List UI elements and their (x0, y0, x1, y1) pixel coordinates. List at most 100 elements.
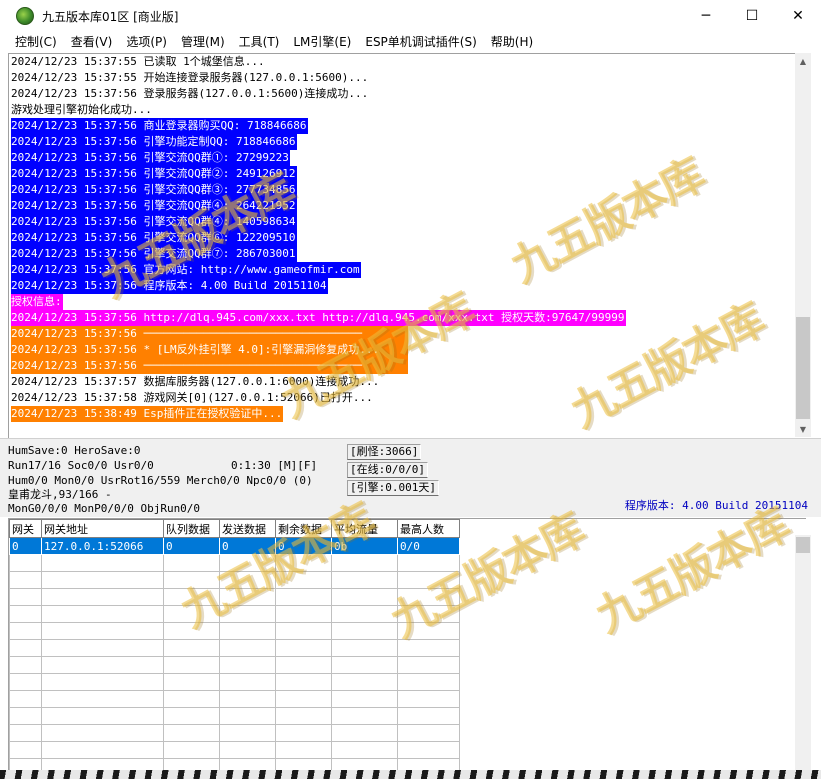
table-cell: 0b (331, 537, 398, 555)
log-line: 2024/12/23 15:37:56 引擎交流QQ群④: 264221952 (11, 198, 801, 214)
log-panel[interactable]: 2024/12/23 15:37:55 已读取 1个城堡信息... 2024/12… (8, 53, 806, 438)
table-cell: 0 (275, 537, 332, 555)
table-cell-empty (397, 588, 460, 606)
col-remaining-data[interactable]: 剩余数据 (275, 519, 332, 538)
table-cell-empty (9, 707, 42, 725)
table-cell: 0/0 (397, 537, 460, 555)
scroll-down-icon[interactable]: ▼ (795, 421, 811, 437)
table-row-empty (9, 622, 460, 640)
menu-esp-plugin[interactable]: ESP单机调试插件(S) (358, 32, 483, 52)
log-line: 授权信息: (11, 294, 801, 310)
scroll-up-icon[interactable]: ▲ (795, 53, 811, 69)
table-cell-empty (41, 605, 164, 623)
log-scroll-thumb[interactable] (796, 317, 810, 419)
table-cell-empty (9, 571, 42, 589)
log-line: 2024/12/23 15:37:56 商业登录器购买QQ: 718846686 (11, 118, 801, 134)
col-gateway[interactable]: 网关 (9, 519, 42, 538)
status-monsters: MonG0/0/0 MonP0/0/0 ObjRun0/0 (8, 502, 201, 515)
col-max-users[interactable]: 最高人数 (397, 519, 460, 538)
menu-lm-engine[interactable]: LM引擎(E) (286, 32, 358, 52)
title-bar: 九五版本库01区 [商业版] ─ ☐ ✕ (0, 0, 821, 32)
col-send-data[interactable]: 发送数据 (219, 519, 276, 538)
log-line: 2024/12/23 15:38:49 Esp插件正在授权验证中... (11, 406, 801, 422)
menu-help[interactable]: 帮助(H) (484, 32, 540, 52)
log-line-text: 2024/12/23 15:37:56 ────────────────────… (11, 358, 408, 374)
status-uptime: 0:1:30 [M][F] (231, 459, 318, 472)
log-line: 2024/12/23 15:37:56 引擎交流QQ群⑥: 122209510 (11, 230, 801, 246)
table-cell-empty (397, 724, 460, 742)
log-line: 2024/12/23 15:37:56 登录服务器(127.0.0.1:5600… (11, 86, 801, 102)
table-cell-empty (275, 605, 332, 623)
log-line: 2024/12/23 15:37:57 数据库服务器(127.0.0.1:600… (11, 374, 801, 390)
table-cell-empty (397, 690, 460, 708)
table-cell-empty (397, 622, 460, 640)
minimize-button[interactable]: ─ (683, 0, 729, 32)
log-line: 2024/12/23 15:37:56 引擎交流QQ群④: 140598634 (11, 214, 801, 230)
log-line: 2024/12/23 15:37:56 程序版本: 4.00 Build 201… (11, 278, 801, 294)
menu-options[interactable]: 选项(P) (119, 32, 174, 52)
table-cell-empty (163, 724, 220, 742)
log-scrollbar[interactable]: ▲ ▼ (795, 53, 811, 437)
menu-control[interactable]: 控制(C) (8, 32, 64, 52)
table-cell-empty (397, 639, 460, 657)
table-cell-empty (41, 554, 164, 572)
log-line: 2024/12/23 15:37:56 引擎交流QQ群①: 27299223 (11, 150, 801, 166)
table-cell-empty (397, 605, 460, 623)
log-line-text: 2024/12/23 15:37:55 已读取 1个城堡信息... (11, 55, 265, 68)
table-row[interactable]: 0 127.0.0.1:52066 0 0 0 0b 0/0 (9, 537, 460, 555)
table-cell-empty (219, 622, 276, 640)
table-cell-empty (9, 690, 42, 708)
table-row-empty (9, 605, 460, 623)
log-line: 2024/12/23 15:37:56 * [LM反外挂引擎 4.0]:引擎漏洞… (11, 342, 801, 358)
grid-scrollbar[interactable] (795, 535, 811, 770)
maximize-button[interactable]: ☐ (729, 0, 775, 32)
log-line-text: 2024/12/23 15:37:56 引擎功能定制QQ: 718846686 (11, 134, 297, 150)
log-line-text: 2024/12/23 15:37:56 ────────────────────… (11, 326, 408, 342)
table-row-empty (9, 724, 460, 742)
log-line-text: 2024/12/23 15:37:56 * [LM反外挂引擎 4.0]:引擎漏洞… (11, 342, 408, 358)
table-cell-empty (219, 690, 276, 708)
table-cell-empty (163, 741, 220, 759)
table-cell-empty (9, 741, 42, 759)
app-icon (16, 7, 34, 25)
table-cell-empty (275, 571, 332, 589)
table-cell: 0 (219, 537, 276, 555)
table-cell-empty (41, 656, 164, 674)
table-cell-empty (219, 554, 276, 572)
menu-tools[interactable]: 工具(T) (232, 32, 287, 52)
table-row-empty (9, 639, 460, 657)
table-row-empty (9, 707, 460, 725)
grid-scroll-thumb[interactable] (796, 537, 810, 553)
table-cell-empty (275, 656, 332, 674)
table-cell-empty (219, 707, 276, 725)
col-avg-traffic[interactable]: 平均流量 (331, 519, 398, 538)
table-row-empty (9, 571, 460, 589)
table-cell-empty (41, 741, 164, 759)
menu-bar: 控制(C) 查看(V) 选项(P) 管理(M) 工具(T) LM引擎(E) ES… (0, 32, 821, 52)
table-cell-empty (163, 656, 220, 674)
gateway-grid[interactable]: 网关 网关地址 队列数据 发送数据 剩余数据 平均流量 最高人数 0 127.0.… (8, 518, 806, 771)
table-cell-empty (9, 605, 42, 623)
close-button[interactable]: ✕ (775, 0, 821, 32)
log-line: 游戏处理引擎初始化成功... (11, 102, 801, 118)
table-row-empty (9, 741, 460, 759)
log-line-text: 2024/12/23 15:37:57 数据库服务器(127.0.0.1:600… (11, 375, 380, 388)
table-cell-empty (41, 707, 164, 725)
col-gateway-address[interactable]: 网关地址 (41, 519, 164, 538)
table-cell-empty (331, 622, 398, 640)
table-cell-empty (331, 741, 398, 759)
table-cell-empty (163, 639, 220, 657)
table-cell-empty (9, 673, 42, 691)
table-cell-empty (331, 707, 398, 725)
log-line: 2024/12/23 15:37:56 引擎交流QQ群⑦: 286703001 (11, 246, 801, 262)
menu-view[interactable]: 查看(V) (64, 32, 120, 52)
status-player: 皇甫龙斗,93/166 - (8, 488, 112, 501)
table-cell-empty (275, 639, 332, 657)
log-line-text: 2024/12/23 15:37:56 引擎交流QQ群①: 27299223 (11, 150, 290, 166)
table-cell-empty (275, 690, 332, 708)
menu-manage[interactable]: 管理(M) (174, 32, 232, 52)
table-cell-empty (163, 571, 220, 589)
table-cell: 0 (163, 537, 220, 555)
refresh-monster-box: [刷怪:3066] (347, 444, 422, 460)
col-queue-data[interactable]: 队列数据 (163, 519, 220, 538)
